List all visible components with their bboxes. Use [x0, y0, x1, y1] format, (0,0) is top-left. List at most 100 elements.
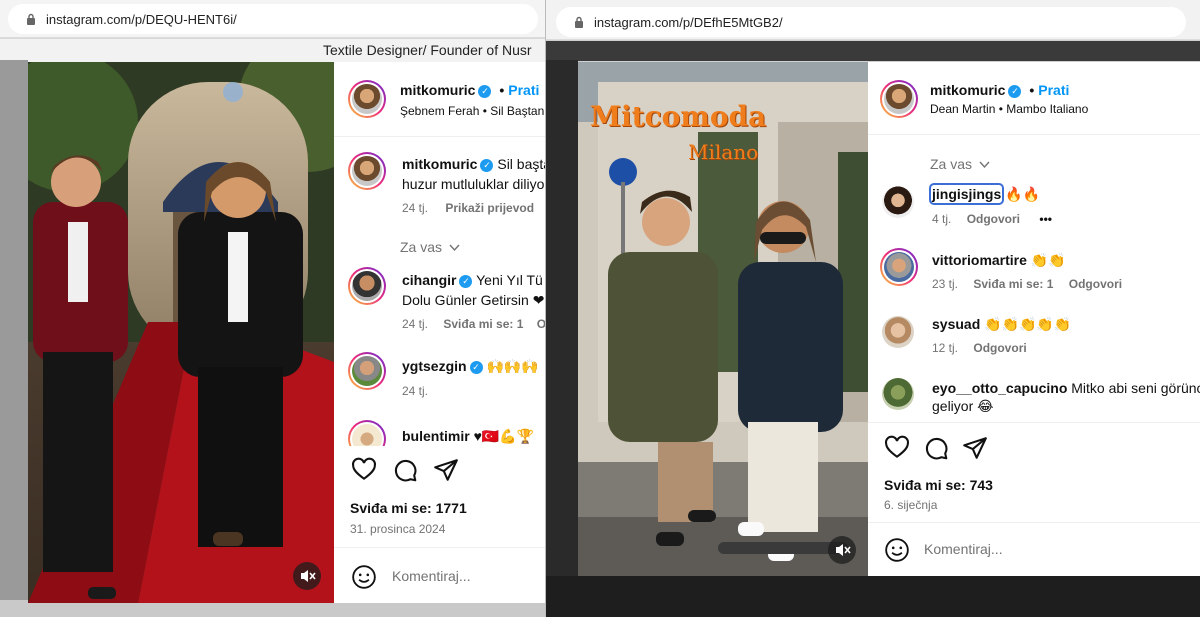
like-heart-icon[interactable]	[884, 435, 910, 461]
comment-username[interactable]: ygtsezgin	[402, 358, 467, 374]
lock-icon	[26, 13, 36, 26]
comment-input[interactable]: Komentiraj...	[924, 541, 1003, 557]
header-separator: •	[1029, 82, 1035, 98]
comment-likes[interactable]: Sviđa mi se: 1	[973, 277, 1053, 291]
like-count[interactable]: Sviđa mi se: 1771	[350, 500, 467, 516]
comment-avatar[interactable]	[882, 316, 914, 348]
comment-username[interactable]: bulentimir	[402, 428, 470, 444]
author-avatar[interactable]	[348, 80, 386, 118]
like-heart-icon[interactable]	[351, 457, 377, 483]
emoji-icon[interactable]	[884, 537, 910, 563]
page-backdrop-left	[0, 60, 28, 605]
comment-bubble-icon[interactable]	[392, 457, 418, 483]
for-you-label: Za vas	[930, 156, 973, 172]
comment-text: 🙌🙌🙌	[486, 358, 539, 374]
post-video[interactable]	[28, 62, 334, 603]
page-backdrop-top	[546, 41, 1200, 61]
reply-link[interactable]: Odgovori	[967, 212, 1020, 226]
verified-badge-icon: ✓	[1008, 85, 1022, 98]
muted-speaker-icon	[836, 544, 851, 556]
background-page-text: Textile Designer/ Founder of Nusr	[323, 42, 532, 58]
share-paperplane-icon[interactable]	[433, 457, 459, 483]
page-backdrop-left	[546, 60, 578, 605]
verified-badge-icon: ✓	[478, 85, 492, 98]
for-you-toggle[interactable]: Za vas	[930, 156, 990, 172]
follow-button[interactable]: Prati	[1038, 82, 1069, 98]
audio-track[interactable]: Dean Martin • Mambo Italiano	[930, 102, 1088, 116]
translate-link[interactable]: Prikaži prijevod	[445, 201, 534, 215]
for-you-toggle[interactable]: Za vas	[400, 239, 460, 255]
comment-username[interactable]: jingisjings	[928, 183, 1005, 205]
comment-line-2: Dolu Günler Getirsin ❤	[402, 292, 545, 308]
post-video[interactable]: Mitcomoda Milano	[578, 62, 868, 576]
more-options-icon[interactable]: •••	[1039, 212, 1052, 226]
comment-text: 🔥🔥	[1005, 186, 1040, 202]
left-browser-window: instagram.com/p/DEQU-HENT6i/ Textile Des…	[0, 0, 548, 617]
caption-text: Sil baştan	[497, 156, 548, 172]
comment-avatar[interactable]	[348, 267, 386, 305]
comment-avatar[interactable]	[882, 378, 914, 410]
reply-link[interactable]: Odgovori	[1069, 277, 1122, 291]
caption-username[interactable]: mitkomuric	[402, 156, 477, 172]
url-field[interactable]: instagram.com/p/DEQU-HENT6i/	[8, 4, 538, 34]
caption-avatar[interactable]	[348, 152, 386, 190]
lock-icon	[574, 16, 584, 29]
header-divider	[334, 136, 548, 137]
url-field[interactable]: instagram.com/p/DEfhE5MtGB2/	[556, 7, 1186, 37]
post-header-line: mitkomuric ✓ • Prati	[400, 82, 539, 98]
comment-username[interactable]: eyo__otto_capucino	[932, 380, 1067, 396]
comment-username[interactable]: cihangir	[402, 272, 456, 288]
caption-time: 24 tj.	[402, 201, 429, 215]
url-text: instagram.com/p/DEfhE5MtGB2/	[594, 14, 783, 30]
comment-divider	[334, 547, 548, 548]
comment-text: Mitko abi seni görünce	[1071, 380, 1200, 396]
comment-line-1: cihangir ✓ Yeni Yıl Tü	[402, 272, 543, 288]
post-header-line: mitkomuric ✓ • Prati	[930, 82, 1069, 98]
url-text: instagram.com/p/DEQU-HENT6i/	[46, 11, 237, 27]
follow-button[interactable]: Prati	[508, 82, 539, 98]
chevron-down-icon	[979, 161, 990, 169]
actions-divider	[868, 422, 1200, 423]
comment-meta: 12 tj. Odgovori	[932, 341, 1027, 355]
comment-avatar[interactable]	[882, 186, 914, 218]
post-side-panel: mitkomuric ✓ • Prati Şebnem Ferah • Sil Ba…	[334, 62, 548, 603]
comment-line-1: bulentimir ♥🇹🇷💪🏆	[402, 428, 534, 445]
comment-time: 4 tj.	[932, 212, 952, 226]
comment-meta: 23 tj. Sviđa mi se: 1 Odgovori	[932, 277, 1122, 291]
comment-line-1: sysuad 👏👏👏👏👏	[932, 316, 1071, 333]
comment-text: Yeni Yıl Tü	[476, 272, 543, 288]
author-avatar[interactable]	[880, 80, 918, 118]
comment-username[interactable]: sysuad	[932, 316, 980, 332]
reply-link[interactable]: Odgovori	[973, 341, 1026, 355]
mute-button[interactable]	[293, 562, 321, 590]
comment-likes[interactable]: Sviđa mi se: 1	[443, 317, 523, 331]
caption-line-2: huzur mutluluklar diliyo	[402, 176, 545, 192]
share-paperplane-icon[interactable]	[962, 435, 988, 461]
post-side-panel: mitkomuric ✓ • Prati Dean Martin • Mambo I…	[868, 62, 1200, 576]
comment-line-2: geliyor 😂	[932, 398, 994, 414]
event-photo	[28, 62, 334, 603]
caption-meta: 24 tj. Prikaži prijevod	[402, 201, 534, 215]
author-username[interactable]: mitkomuric	[400, 82, 475, 98]
comment-line-1: vittoriomartire 👏👏	[932, 252, 1066, 269]
author-username[interactable]: mitkomuric	[930, 82, 1005, 98]
header-separator: •	[499, 82, 505, 98]
like-count[interactable]: Sviđa mi se: 743	[884, 477, 993, 493]
comment-text: ♥🇹🇷💪🏆	[473, 428, 535, 444]
comment-line-1: jingisjings 🔥🔥	[928, 183, 1040, 205]
emoji-icon[interactable]	[351, 564, 377, 590]
audio-track[interactable]: Şebnem Ferah • Sil Baştan	[400, 104, 544, 118]
right-browser-window: instagram.com/p/DEfhE5MtGB2/ Mitcomoda M…	[545, 0, 1200, 617]
mute-button[interactable]	[828, 536, 856, 564]
comment-input[interactable]: Komentiraj...	[392, 568, 471, 584]
comment-avatar[interactable]	[880, 248, 918, 286]
comment-username[interactable]: vittoriomartire	[932, 252, 1027, 268]
post-date: 31. prosinca 2024	[350, 522, 446, 536]
verified-badge-icon: ✓	[469, 361, 483, 374]
comment-avatar[interactable]	[348, 352, 386, 390]
comment-line-1: ygtsezgin ✓ 🙌🙌🙌	[402, 358, 539, 375]
post-date: 6. siječnja	[884, 498, 938, 512]
comment-divider	[868, 522, 1200, 523]
comment-bubble-icon[interactable]	[923, 435, 949, 461]
comment-time: 23 tj.	[932, 277, 959, 291]
